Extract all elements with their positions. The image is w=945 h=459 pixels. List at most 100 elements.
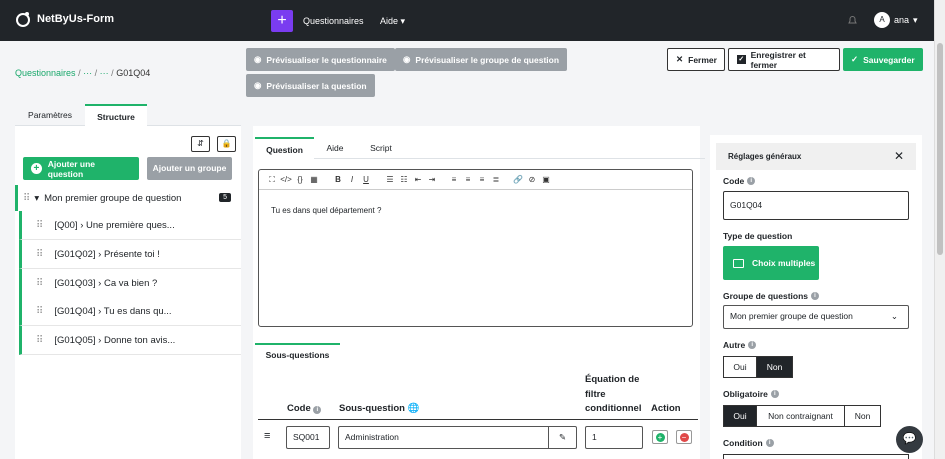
outdent-icon[interactable]: ⇤ <box>411 175 425 184</box>
edit-pencil-icon[interactable]: ✎ <box>548 427 576 448</box>
remove-row-button[interactable]: − <box>676 430 692 444</box>
chat-icon[interactable]: 💬 <box>896 426 923 453</box>
avatar: A <box>874 12 890 28</box>
bell-icon[interactable] <box>848 15 857 27</box>
drag-handle-icon[interactable]: ⠿ <box>36 278 43 289</box>
brand[interactable]: NetByUs-Form <box>15 11 114 27</box>
question-item[interactable]: ⠿ [Q00] › Une première ques... <box>19 211 241 240</box>
preview-questionnaire-button[interactable]: ◉ Prévisualiser le questionnaire <box>246 48 395 71</box>
ordered-list-icon[interactable]: ☰ <box>383 175 397 184</box>
align-center-icon[interactable]: ≡ <box>461 175 475 184</box>
underline-icon[interactable]: U <box>359 175 373 184</box>
add-question-button[interactable]: + Ajouter une question <box>23 157 139 180</box>
drag-handle-icon[interactable]: ⠿ <box>36 249 43 260</box>
app-name: NetByUs-Form <box>37 13 115 25</box>
breadcrumb-ellipsis[interactable]: ··· <box>100 68 109 78</box>
obligatoire-oui[interactable]: Oui <box>723 405 757 427</box>
drag-handle-icon[interactable]: ⠿ <box>23 193 30 204</box>
caret-down-icon: ▾ <box>913 14 918 25</box>
bold-icon[interactable]: B <box>331 175 345 184</box>
table-icon[interactable]: ▦ <box>307 175 321 184</box>
close-icon[interactable]: ✕ <box>894 143 904 170</box>
tab-sous-questions[interactable]: Sous-questions <box>255 343 340 365</box>
info-icon[interactable]: i <box>770 390 779 398</box>
reorder-icon[interactable]: ⇵ <box>191 136 210 152</box>
save-button[interactable]: ✓ Sauvegarder <box>843 48 923 71</box>
breadcrumb-separator: / <box>78 68 81 78</box>
plus-circle-icon: + <box>655 433 665 442</box>
drag-handle-icon[interactable]: ≡ <box>264 430 270 442</box>
editor-content[interactable]: Tu es dans quel département ? <box>259 190 692 231</box>
obligatoire-non[interactable]: Non <box>844 405 881 427</box>
preview-group-button[interactable]: ◉ Prévisualiser le groupe de question <box>395 48 568 71</box>
drag-handle-icon[interactable]: ⠿ <box>36 220 43 231</box>
info-icon[interactable]: i <box>765 439 774 447</box>
tab-parametres[interactable]: Paramètres <box>15 104 85 126</box>
unlink-icon[interactable]: ⊘ <box>525 175 539 184</box>
subquestion-text-input[interactable]: Administration ✎ <box>338 426 577 449</box>
logo-icon <box>16 12 30 27</box>
braces-icon[interactable]: {} <box>293 175 307 184</box>
equation-input[interactable]: 1 <box>585 426 643 449</box>
add-group-button[interactable]: Ajouter un groupe <box>147 157 232 180</box>
tab-question[interactable]: Question <box>255 137 314 159</box>
nav-aide[interactable]: Aide ▾ <box>380 16 405 27</box>
rich-text-editor[interactable]: ⛶ </>{} ▦ BIU ☰ ☷ ⇤ ⇥ ≡ ≡ ≡ ≣ 🔗 ⊘ ▣ Tu es dans que… <box>258 169 693 327</box>
align-justify-icon[interactable]: ≣ <box>489 175 503 184</box>
breadcrumb-current: G01Q04 <box>116 68 151 78</box>
align-right-icon[interactable]: ≡ <box>475 175 489 184</box>
create-plus-button[interactable]: + <box>271 10 293 32</box>
drag-handle-icon[interactable]: ⠿ <box>36 335 43 346</box>
question-item[interactable]: ⠿ [G01Q05] › Donne ton avis... <box>19 326 241 355</box>
question-item[interactable]: ⠿ [G01Q02] › Présente toi ! <box>19 240 241 269</box>
drag-handle-icon[interactable]: ⠿ <box>36 306 43 317</box>
fullscreen-icon[interactable]: ⛶ <box>265 175 279 185</box>
lock-icon[interactable]: 🔒 <box>217 136 236 152</box>
question-item[interactable]: ⠿ [G01Q03] › Ca va bien ? <box>19 269 241 298</box>
subquestion-code-input[interactable]: SQ001 <box>286 426 330 449</box>
tab-structure[interactable]: Structure <box>85 104 147 126</box>
col-action-header: Action <box>651 403 681 414</box>
caret-down-icon[interactable]: ▾ <box>34 193 39 204</box>
tab-script[interactable]: Script <box>356 137 406 159</box>
group-select[interactable]: Mon premier groupe de question ⌄ <box>723 305 909 329</box>
save-close-button[interactable]: ✓ Enregistrer et fermer <box>728 48 840 71</box>
breadcrumb-root[interactable]: Questionnaires <box>15 68 76 78</box>
question-type-button[interactable]: Choix multiples <box>723 246 819 280</box>
info-icon[interactable]: i <box>811 292 820 300</box>
question-label: [G01Q02] › Présente toi ! <box>54 248 160 260</box>
nav-questionnaires[interactable]: Questionnaires <box>303 16 364 26</box>
scrollbar-thumb[interactable] <box>937 43 943 255</box>
bullet-list-icon[interactable]: ☷ <box>397 175 411 184</box>
obligatoire-non-contraignant[interactable]: Non contraignant <box>756 405 845 427</box>
autre-label-text: Autre <box>723 340 746 350</box>
autre-non[interactable]: Non <box>756 356 793 378</box>
indent-icon[interactable]: ⇥ <box>425 175 439 184</box>
group-select-value: Mon premier groupe de question <box>730 311 853 321</box>
question-item[interactable]: ⠿ [G01Q04] › Tu es dans qu... <box>19 297 241 326</box>
save-label: Sauvegarder <box>863 54 915 65</box>
user-menu[interactable]: A ana ▾ <box>874 12 918 28</box>
globe-icon[interactable]: 🌐 <box>408 403 420 414</box>
close-label: Fermer <box>688 54 717 65</box>
info-icon[interactable]: i <box>747 177 756 185</box>
page-scrollbar[interactable] <box>934 0 945 459</box>
close-button[interactable]: ✕ Fermer <box>667 48 725 71</box>
align-left-icon[interactable]: ≡ <box>447 175 461 184</box>
autre-oui[interactable]: Oui <box>723 356 757 378</box>
preview-question-button[interactable]: ◉ Prévisualiser la question <box>246 74 375 97</box>
link-icon[interactable]: 🔗 <box>511 175 525 184</box>
add-row-button[interactable]: + <box>652 430 668 444</box>
condition-label: Condition i <box>723 438 774 448</box>
code-icon[interactable]: </> <box>279 175 293 184</box>
condition-input[interactable] <box>723 454 909 459</box>
breadcrumb-ellipsis[interactable]: ··· <box>83 68 92 78</box>
type-label: Type de question <box>723 231 793 241</box>
italic-icon[interactable]: I <box>345 175 359 184</box>
info-icon[interactable]: i <box>748 341 757 349</box>
info-icon[interactable]: i <box>313 406 322 414</box>
tab-aide[interactable]: Aide <box>314 137 356 159</box>
code-input[interactable]: G01Q04 <box>723 191 909 220</box>
question-group[interactable]: ⠿ ▾ Mon premier groupe de question 5 <box>15 185 241 211</box>
image-icon[interactable]: ▣ <box>539 175 553 184</box>
